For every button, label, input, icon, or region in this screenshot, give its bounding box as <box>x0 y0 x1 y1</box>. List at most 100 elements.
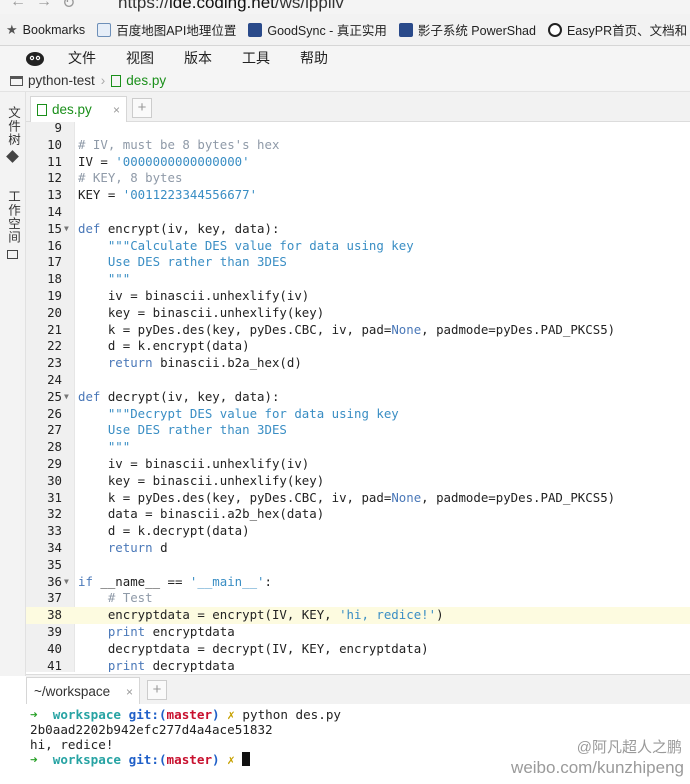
code-line[interactable]: 33 d = k.decrypt(data) <box>26 523 690 540</box>
code-text: return binascii.b2a_hex(d) <box>78 355 302 372</box>
breadcrumb-project[interactable]: python-test <box>28 73 95 88</box>
code-line[interactable]: 14 <box>26 204 690 221</box>
browser-url-bar[interactable]: ← → ↻ https://ide.coding.net/ws/lppllv <box>0 0 690 14</box>
watermark-handle: @阿凡超人之鹏 <box>576 739 682 756</box>
line-number: 34 <box>47 540 62 555</box>
menu-tools[interactable]: 工具 <box>242 48 270 68</box>
code-editor[interactable]: 9 10 # IV, must be 8 bytes's hex 11 IV = '00… <box>26 122 690 672</box>
code-text: key = binascii.unhexlify(key) <box>78 305 324 322</box>
code-line[interactable]: 11 IV = '0000000000000000' <box>26 154 690 171</box>
back-arrow-icon[interactable]: ← <box>10 0 26 11</box>
line-number: 40 <box>47 640 62 656</box>
code-line[interactable]: 22 d = k.encrypt(data) <box>26 338 690 355</box>
menu-version[interactable]: 版本 <box>184 48 212 68</box>
fold-arrow-icon[interactable]: ▼ <box>64 389 74 406</box>
fold-arrow-icon[interactable]: ▼ <box>64 574 74 591</box>
code-line[interactable]: 20 key = binascii.unhexlify(key) <box>26 305 690 322</box>
dirty-icon: ✗ <box>227 707 235 722</box>
code-line[interactable]: 27 Use DES rather than 3DES <box>26 422 690 439</box>
page-icon <box>398 22 413 37</box>
terminal-output-line: hi, redice! <box>30 737 114 752</box>
code-line[interactable]: 29 iv = binascii.unhexlify(iv) <box>26 456 690 473</box>
code-line[interactable]: 35 <box>26 557 690 574</box>
code-line[interactable]: 41 print decryptdata <box>26 658 690 672</box>
code-token: Use DES rather than 3DES <box>78 254 287 270</box>
code-line[interactable]: 40 decryptdata = decrypt(IV, KEY, encryp… <box>26 641 690 658</box>
code-line[interactable]: 13 KEY = '0011223344556677' <box>26 187 690 204</box>
code-text: iv = binascii.unhexlify(iv) <box>78 456 309 473</box>
code-text: """Calculate DES value for data using ke… <box>78 238 414 255</box>
line-number: 15 <box>47 220 62 236</box>
code-token: iv = binascii.unhexlify(iv) <box>78 456 310 471</box>
bookmark-item-baidu-map[interactable]: 百度地图API地理位置 <box>91 19 242 41</box>
code-line[interactable]: 17 Use DES rather than 3DES <box>26 254 690 271</box>
code-line[interactable]: 9 <box>26 122 690 137</box>
line-number: 25 <box>47 388 62 404</box>
code-line[interactable]: 15 ▼ def encrypt(iv, key, data): <box>26 221 690 238</box>
forward-arrow-icon[interactable]: → <box>36 0 52 11</box>
star-icon: ★ <box>6 21 18 37</box>
bookmark-item-easypr[interactable]: EasyPR首页、文档和 <box>542 19 690 41</box>
terminal-prompt-line: ➜ workspace git:(master) ✗ python des.py <box>30 707 341 722</box>
page-icon <box>248 22 263 37</box>
bookmark-item-shadow-system[interactable]: 影子系统 PowerShad <box>393 19 542 41</box>
code-token: data = binascii.a2b_hex(data) <box>78 506 325 522</box>
tab-des-py[interactable]: des.py × <box>30 96 127 122</box>
code-line[interactable]: 31 k = pyDes.des(key, pyDes.CBC, iv, pad… <box>26 490 690 507</box>
code-token: __name__ == <box>92 573 190 589</box>
code-token: encrypt(iv, key, data): <box>100 220 280 236</box>
line-number: 22 <box>47 338 62 354</box>
code-line[interactable]: 12 # KEY, 8 bytes <box>26 170 690 187</box>
code-text: """ <box>78 439 130 456</box>
coding-logo-icon[interactable] <box>24 49 46 67</box>
fold-arrow-icon[interactable]: ▼ <box>64 221 74 238</box>
close-icon[interactable]: × <box>126 685 133 699</box>
code-line[interactable]: 34 return d <box>26 540 690 557</box>
line-number: 41 <box>47 657 62 672</box>
file-tree-toggle[interactable]: 文件树 <box>4 106 23 147</box>
code-text: d = k.encrypt(data) <box>78 338 250 355</box>
code-line[interactable]: 25 ▼ def decrypt(iv, key, data): <box>26 389 690 406</box>
menu-file[interactable]: 文件 <box>68 48 96 68</box>
watermark-site: weibo.com/kunzhipeng <box>511 758 684 777</box>
add-terminal-button[interactable]: + <box>147 680 167 700</box>
code-line[interactable]: 18 """ <box>26 271 690 288</box>
code-line[interactable]: 28 """ <box>26 439 690 456</box>
menu-help[interactable]: 帮助 <box>300 48 328 68</box>
code-token: def <box>78 220 101 236</box>
workspace-toggle[interactable]: 工作空间 <box>4 190 23 244</box>
code-token: None <box>391 321 422 337</box>
line-number: 13 <box>47 187 62 203</box>
bookmark-item-goodsync[interactable]: GoodSync - 真正实用 <box>242 19 392 41</box>
code-line[interactable]: 10 # IV, must be 8 bytes's hex <box>26 137 690 154</box>
code-line[interactable]: 38 encryptdata = encrypt(IV, KEY, 'hi, r… <box>26 607 690 624</box>
line-number: 29 <box>47 456 62 471</box>
line-number: 32 <box>47 506 62 522</box>
code-text: IV = '0000000000000000' <box>78 154 250 171</box>
code-line[interactable]: 36 ▼ if __name__ == '__main__': <box>26 574 690 591</box>
code-line[interactable]: 32 data = binascii.a2b_hex(data) <box>26 506 690 523</box>
code-line[interactable]: 37 # Test <box>26 590 690 607</box>
breadcrumb-file[interactable]: des.py <box>126 73 166 88</box>
bookmark-item-bookmarks[interactable]: ★ Bookmarks <box>0 19 91 41</box>
code-line[interactable]: 30 key = binascii.unhexlify(key) <box>26 473 690 490</box>
tab-terminal-workspace[interactable]: ~/workspace × <box>26 677 140 705</box>
menu-view[interactable]: 视图 <box>126 48 154 68</box>
code-line[interactable]: 23 return binascii.b2a_hex(d) <box>26 355 690 372</box>
code-line[interactable]: 39 print encryptdata <box>26 624 690 641</box>
reload-icon[interactable]: ↻ <box>62 0 75 13</box>
bookmark-label: GoodSync - 真正实用 <box>267 24 387 38</box>
code-line[interactable]: 26 """Decrypt DES value for data using k… <box>26 406 690 423</box>
add-tab-button[interactable]: + <box>132 98 152 118</box>
code-line[interactable]: 24 <box>26 372 690 389</box>
code-token: d = k.decrypt(data) <box>78 523 250 539</box>
url-text[interactable]: https://ide.coding.net/ws/lppllv <box>118 0 344 13</box>
code-line[interactable]: 16 """Calculate DES value for data using… <box>26 238 690 255</box>
code-line[interactable]: 21 k = pyDes.des(key, pyDes.CBC, iv, pad… <box>26 322 690 339</box>
code-line[interactable]: 19 iv = binascii.unhexlify(iv) <box>26 288 690 305</box>
ide-window: ← → ↻ https://ide.coding.net/ws/lppllv ★… <box>0 0 690 784</box>
code-token: # KEY, 8 bytes <box>78 170 183 186</box>
line-number: 38 <box>47 607 62 623</box>
close-icon[interactable]: × <box>113 103 120 117</box>
code-token: None <box>391 489 422 505</box>
